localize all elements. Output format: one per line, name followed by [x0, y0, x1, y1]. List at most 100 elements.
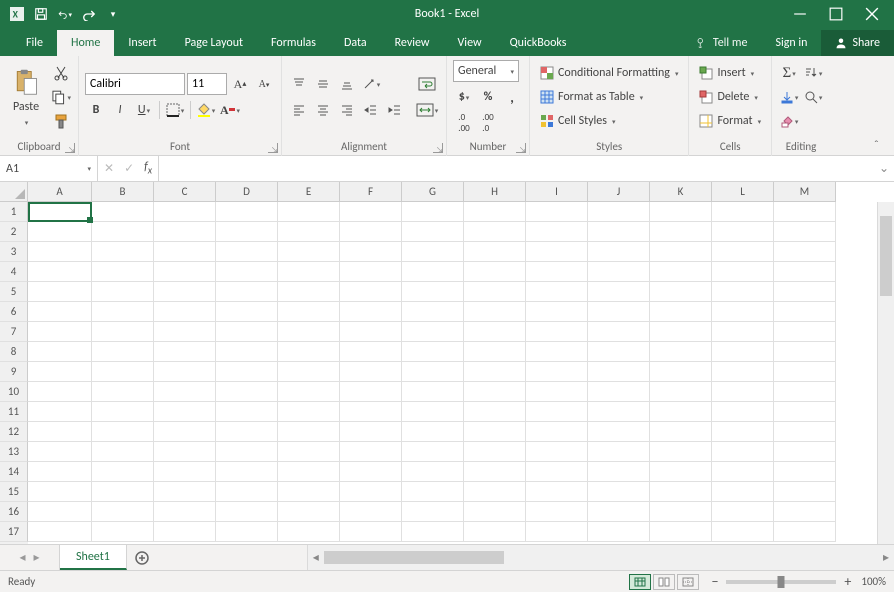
cell[interactable]	[340, 402, 402, 422]
row-header[interactable]: 15	[0, 482, 28, 502]
align-left-button[interactable]	[288, 99, 310, 121]
cell[interactable]	[774, 522, 836, 542]
cell[interactable]	[712, 422, 774, 442]
cell[interactable]	[526, 322, 588, 342]
cell[interactable]	[154, 222, 216, 242]
row-header[interactable]: 4	[0, 262, 28, 282]
maximize-icon[interactable]	[829, 7, 843, 21]
cell[interactable]	[712, 322, 774, 342]
horizontal-scrollbar[interactable]: ◂▸	[307, 545, 894, 570]
align-top-button[interactable]	[288, 73, 310, 95]
sign-in-button[interactable]: Sign in	[761, 30, 821, 56]
cell[interactable]	[712, 522, 774, 542]
cell[interactable]	[216, 522, 278, 542]
cell[interactable]	[464, 282, 526, 302]
cell[interactable]	[154, 282, 216, 302]
cell[interactable]	[464, 502, 526, 522]
cell[interactable]	[278, 462, 340, 482]
cell[interactable]	[774, 442, 836, 462]
cell[interactable]	[402, 222, 464, 242]
cell[interactable]	[588, 362, 650, 382]
clear-button[interactable]: ▾	[778, 110, 800, 132]
tab-quickbooks[interactable]: QuickBooks	[496, 30, 581, 56]
row-header[interactable]: 7	[0, 322, 28, 342]
page-break-view-button[interactable]	[677, 574, 699, 590]
accounting-format-button[interactable]: $▾	[453, 86, 475, 108]
row-header[interactable]: 14	[0, 462, 28, 482]
cell[interactable]	[92, 462, 154, 482]
cell[interactable]	[402, 522, 464, 542]
cell[interactable]	[154, 402, 216, 422]
cell[interactable]	[650, 422, 712, 442]
tab-file[interactable]: File	[12, 30, 57, 56]
cell[interactable]	[278, 222, 340, 242]
font-name-combo[interactable]	[85, 73, 185, 95]
cell[interactable]	[28, 382, 92, 402]
cell[interactable]	[464, 302, 526, 322]
column-header[interactable]: I	[526, 182, 588, 202]
paste-button[interactable]: Paste ▾	[6, 64, 46, 130]
minimize-icon[interactable]	[793, 7, 807, 21]
cell[interactable]	[464, 522, 526, 542]
cell[interactable]	[216, 502, 278, 522]
cell[interactable]	[28, 442, 92, 462]
bold-button[interactable]: B	[85, 99, 107, 121]
cell[interactable]	[650, 382, 712, 402]
cell[interactable]	[278, 342, 340, 362]
save-icon[interactable]	[34, 7, 48, 21]
cell[interactable]	[712, 462, 774, 482]
copy-button[interactable]: ▾	[50, 86, 72, 108]
column-header[interactable]: A	[28, 182, 92, 202]
cell[interactable]	[588, 342, 650, 362]
cell[interactable]	[712, 382, 774, 402]
cell[interactable]	[216, 222, 278, 242]
cell[interactable]	[340, 342, 402, 362]
cell[interactable]	[650, 362, 712, 382]
align-middle-button[interactable]	[312, 73, 334, 95]
cell[interactable]	[154, 502, 216, 522]
cell[interactable]	[774, 322, 836, 342]
cell[interactable]	[588, 242, 650, 262]
tab-home[interactable]: Home	[57, 30, 114, 56]
cell[interactable]	[526, 462, 588, 482]
cells-area[interactable]	[28, 202, 894, 544]
cell[interactable]	[340, 222, 402, 242]
cell[interactable]	[92, 382, 154, 402]
cell[interactable]	[92, 402, 154, 422]
cell[interactable]	[526, 222, 588, 242]
align-bottom-button[interactable]	[336, 73, 358, 95]
cell[interactable]	[92, 522, 154, 542]
column-header[interactable]: L	[712, 182, 774, 202]
column-header[interactable]: M	[774, 182, 836, 202]
column-header[interactable]: B	[92, 182, 154, 202]
font-dialog-launcher[interactable]	[268, 143, 278, 153]
cell[interactable]	[712, 262, 774, 282]
cell[interactable]	[154, 202, 216, 222]
cell[interactable]	[588, 462, 650, 482]
tab-page-layout[interactable]: Page Layout	[171, 30, 257, 56]
cell[interactable]	[278, 262, 340, 282]
cell[interactable]	[650, 402, 712, 422]
cell[interactable]	[526, 402, 588, 422]
cell[interactable]	[28, 422, 92, 442]
cell[interactable]	[774, 302, 836, 322]
cell[interactable]	[402, 262, 464, 282]
cell[interactable]	[588, 502, 650, 522]
cell[interactable]	[216, 482, 278, 502]
cell[interactable]	[28, 462, 92, 482]
cell[interactable]	[774, 342, 836, 362]
cell[interactable]	[588, 302, 650, 322]
tell-me-search[interactable]: Tell me	[681, 36, 762, 56]
cell[interactable]	[712, 202, 774, 222]
cell[interactable]	[712, 222, 774, 242]
cell[interactable]	[28, 262, 92, 282]
cell[interactable]	[464, 222, 526, 242]
name-box[interactable]: A1▾	[0, 156, 98, 181]
cell[interactable]	[92, 342, 154, 362]
cell[interactable]	[28, 402, 92, 422]
cell[interactable]	[216, 442, 278, 462]
decrease-decimal-button[interactable]: .00.0	[477, 112, 499, 134]
find-select-button[interactable]: ▾	[802, 86, 824, 108]
cell[interactable]	[92, 502, 154, 522]
cell[interactable]	[340, 462, 402, 482]
